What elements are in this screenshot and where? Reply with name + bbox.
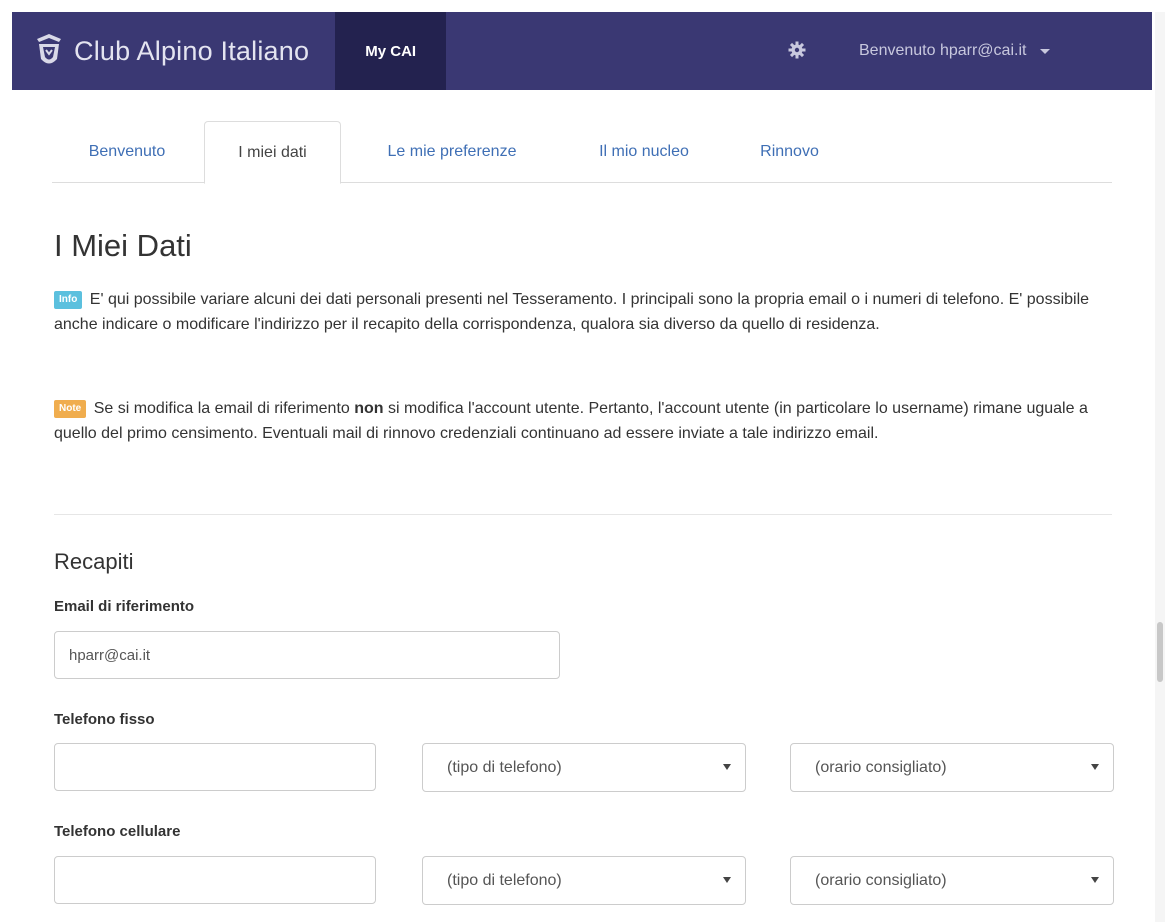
select-value: (orario consigliato) <box>815 871 947 889</box>
email-field[interactable] <box>54 631 560 679</box>
brand-name: Club Alpino Italiano <box>74 35 310 66</box>
telefono-fisso-tipo-select[interactable]: (tipo di telefono) <box>422 743 746 792</box>
telefono-cellulare-label: Telefono cellulare <box>54 823 181 840</box>
note-text-bold: non <box>354 400 384 417</box>
user-menu[interactable]: Benvenuto hparr@cai.it <box>859 12 1051 90</box>
email-label: Email di riferimento <box>54 598 195 615</box>
dropdown-arrow-icon <box>723 764 731 770</box>
cai-logo-icon <box>37 34 61 64</box>
tab-rinnovo[interactable]: Rinnovo <box>732 121 847 183</box>
tab-benvenuto[interactable]: Benvenuto <box>52 121 202 183</box>
section-divider <box>54 514 1112 515</box>
telefono-fisso-orario-select[interactable]: (orario consigliato) <box>790 743 1114 792</box>
dropdown-arrow-icon <box>723 877 731 883</box>
note-text-before: Se si modifica la email di riferimento <box>93 400 355 417</box>
select-value: (tipo di telefono) <box>447 871 562 889</box>
tab-il-mio-nucleo[interactable]: Il mio nucleo <box>564 121 724 183</box>
dropdown-arrow-icon <box>1091 877 1099 883</box>
tab-le-mie-preferenze[interactable]: Le mie preferenze <box>352 121 552 183</box>
scrollbar-thumb[interactable] <box>1157 622 1163 682</box>
telefono-fisso-label: Telefono fisso <box>54 711 155 728</box>
tab-i-miei-dati[interactable]: I miei dati <box>204 121 341 184</box>
telefono-cellulare-tipo-select[interactable]: (tipo di telefono) <box>422 856 746 905</box>
note-paragraph: Note Se si modifica la email di riferime… <box>54 396 1114 446</box>
select-value: (orario consigliato) <box>815 758 947 776</box>
telefono-cellulare-orario-select[interactable]: (orario consigliato) <box>790 856 1114 905</box>
info-paragraph: Info E' qui possibile variare alcuni dei… <box>54 287 1114 337</box>
caret-down-icon <box>1040 48 1051 54</box>
profile-tabs: Benvenuto I miei dati Le mie preferenze … <box>52 121 1112 184</box>
brand[interactable]: Club Alpino Italiano <box>12 12 309 90</box>
select-value: (tipo di telefono) <box>447 758 562 776</box>
page-title: I Miei Dati <box>54 228 192 263</box>
nav-my-cai[interactable]: My CAI <box>335 12 447 90</box>
top-navbar: Club Alpino Italiano My CAI Benvenuto hp… <box>12 12 1152 90</box>
telefono-cellulare-field[interactable] <box>54 856 376 904</box>
vertical-scrollbar[interactable] <box>1155 12 1165 922</box>
gear-icon[interactable] <box>787 40 807 60</box>
dropdown-arrow-icon <box>1091 764 1099 770</box>
info-text: E' qui possibile variare alcuni dei dati… <box>54 291 1090 333</box>
user-greeting: Benvenuto hparr@cai.it <box>859 42 1027 59</box>
section-title-recapiti: Recapiti <box>54 549 134 574</box>
telefono-fisso-field[interactable] <box>54 743 376 791</box>
info-badge: Info <box>54 291 83 309</box>
note-badge: Note <box>54 400 87 418</box>
